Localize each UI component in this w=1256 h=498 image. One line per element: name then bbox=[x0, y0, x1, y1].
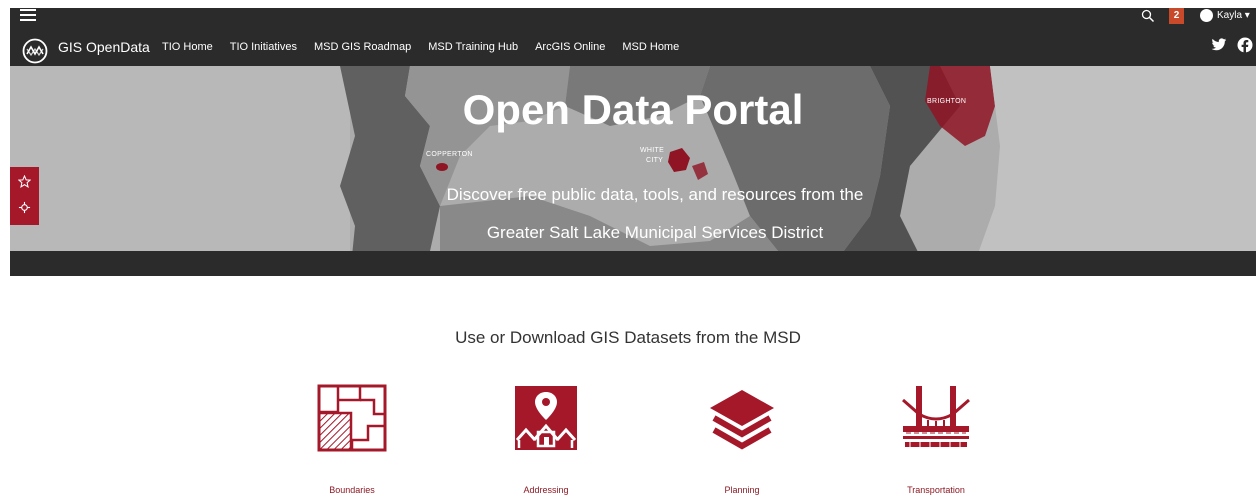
tile-addressing[interactable]: Addressing bbox=[476, 382, 616, 495]
nav-link-arcgis-online[interactable]: ArcGIS Online bbox=[535, 41, 605, 53]
hero-subtitle-line1: Discover free public data, tools, and re… bbox=[446, 185, 864, 204]
top-navbar: GIS OpenData TIO Home TIO Initiatives MS… bbox=[10, 8, 1256, 66]
search-icon[interactable] bbox=[1141, 9, 1155, 23]
transportation-icon bbox=[902, 386, 970, 447]
twitter-icon[interactable] bbox=[1211, 38, 1227, 52]
feedback-icon[interactable] bbox=[18, 201, 31, 214]
hero-title: Open Data Portal bbox=[462, 86, 804, 133]
boundaries-icon bbox=[317, 384, 387, 452]
tile-planning[interactable]: Planning bbox=[672, 382, 812, 495]
side-action-tab bbox=[10, 167, 39, 225]
avatar[interactable] bbox=[1200, 9, 1213, 22]
tile-label-addressing: Addressing bbox=[523, 485, 569, 495]
hero-subtitle-line2: Greater Salt Lake Municipal Services Dis… bbox=[486, 223, 824, 242]
user-menu[interactable]: Kayla ▾ bbox=[1217, 10, 1250, 21]
nav-link-msd-training-hub[interactable]: MSD Training Hub bbox=[428, 41, 518, 53]
nav-link-tio-home[interactable]: TIO Home bbox=[162, 41, 213, 53]
planning-icon bbox=[710, 390, 774, 450]
hero-banner: COPPERTON WHITE CITY BRIGHTON Open Data … bbox=[10, 66, 1256, 276]
page-frame: GIS OpenData TIO Home TIO Initiatives MS… bbox=[10, 8, 1256, 498]
tile-transportation[interactable]: Transportation bbox=[866, 382, 1006, 495]
tile-label-transportation: Transportation bbox=[907, 485, 965, 495]
map-label-copperton: COPPERTON bbox=[426, 151, 473, 158]
tile-label-planning: Planning bbox=[724, 485, 760, 495]
hamburger-menu-icon[interactable] bbox=[20, 9, 36, 23]
addressing-icon bbox=[515, 386, 577, 450]
nav-link-tio-initiatives[interactable]: TIO Initiatives bbox=[230, 41, 297, 53]
tile-boundaries[interactable]: Boundaries bbox=[282, 382, 422, 495]
map-label-white: WHITE bbox=[640, 147, 665, 154]
main-nav: TIO Home TIO Initiatives MSD GIS Roadmap… bbox=[162, 41, 696, 53]
facebook-icon[interactable] bbox=[1237, 37, 1253, 53]
tile-label-boundaries: Boundaries bbox=[329, 485, 375, 495]
nav-link-msd-gis-roadmap[interactable]: MSD GIS Roadmap bbox=[314, 41, 411, 53]
map-label-city: CITY bbox=[646, 157, 664, 164]
hero-footer-strip bbox=[10, 251, 1256, 276]
nav-link-msd-home[interactable]: MSD Home bbox=[622, 41, 679, 53]
section-heading: Use or Download GIS Datasets from the MS… bbox=[455, 328, 801, 347]
site-title[interactable]: GIS OpenData bbox=[58, 39, 150, 55]
site-logo-icon[interactable] bbox=[22, 38, 48, 64]
notification-badge[interactable]: 2 bbox=[1169, 8, 1184, 24]
star-icon[interactable] bbox=[18, 175, 31, 188]
